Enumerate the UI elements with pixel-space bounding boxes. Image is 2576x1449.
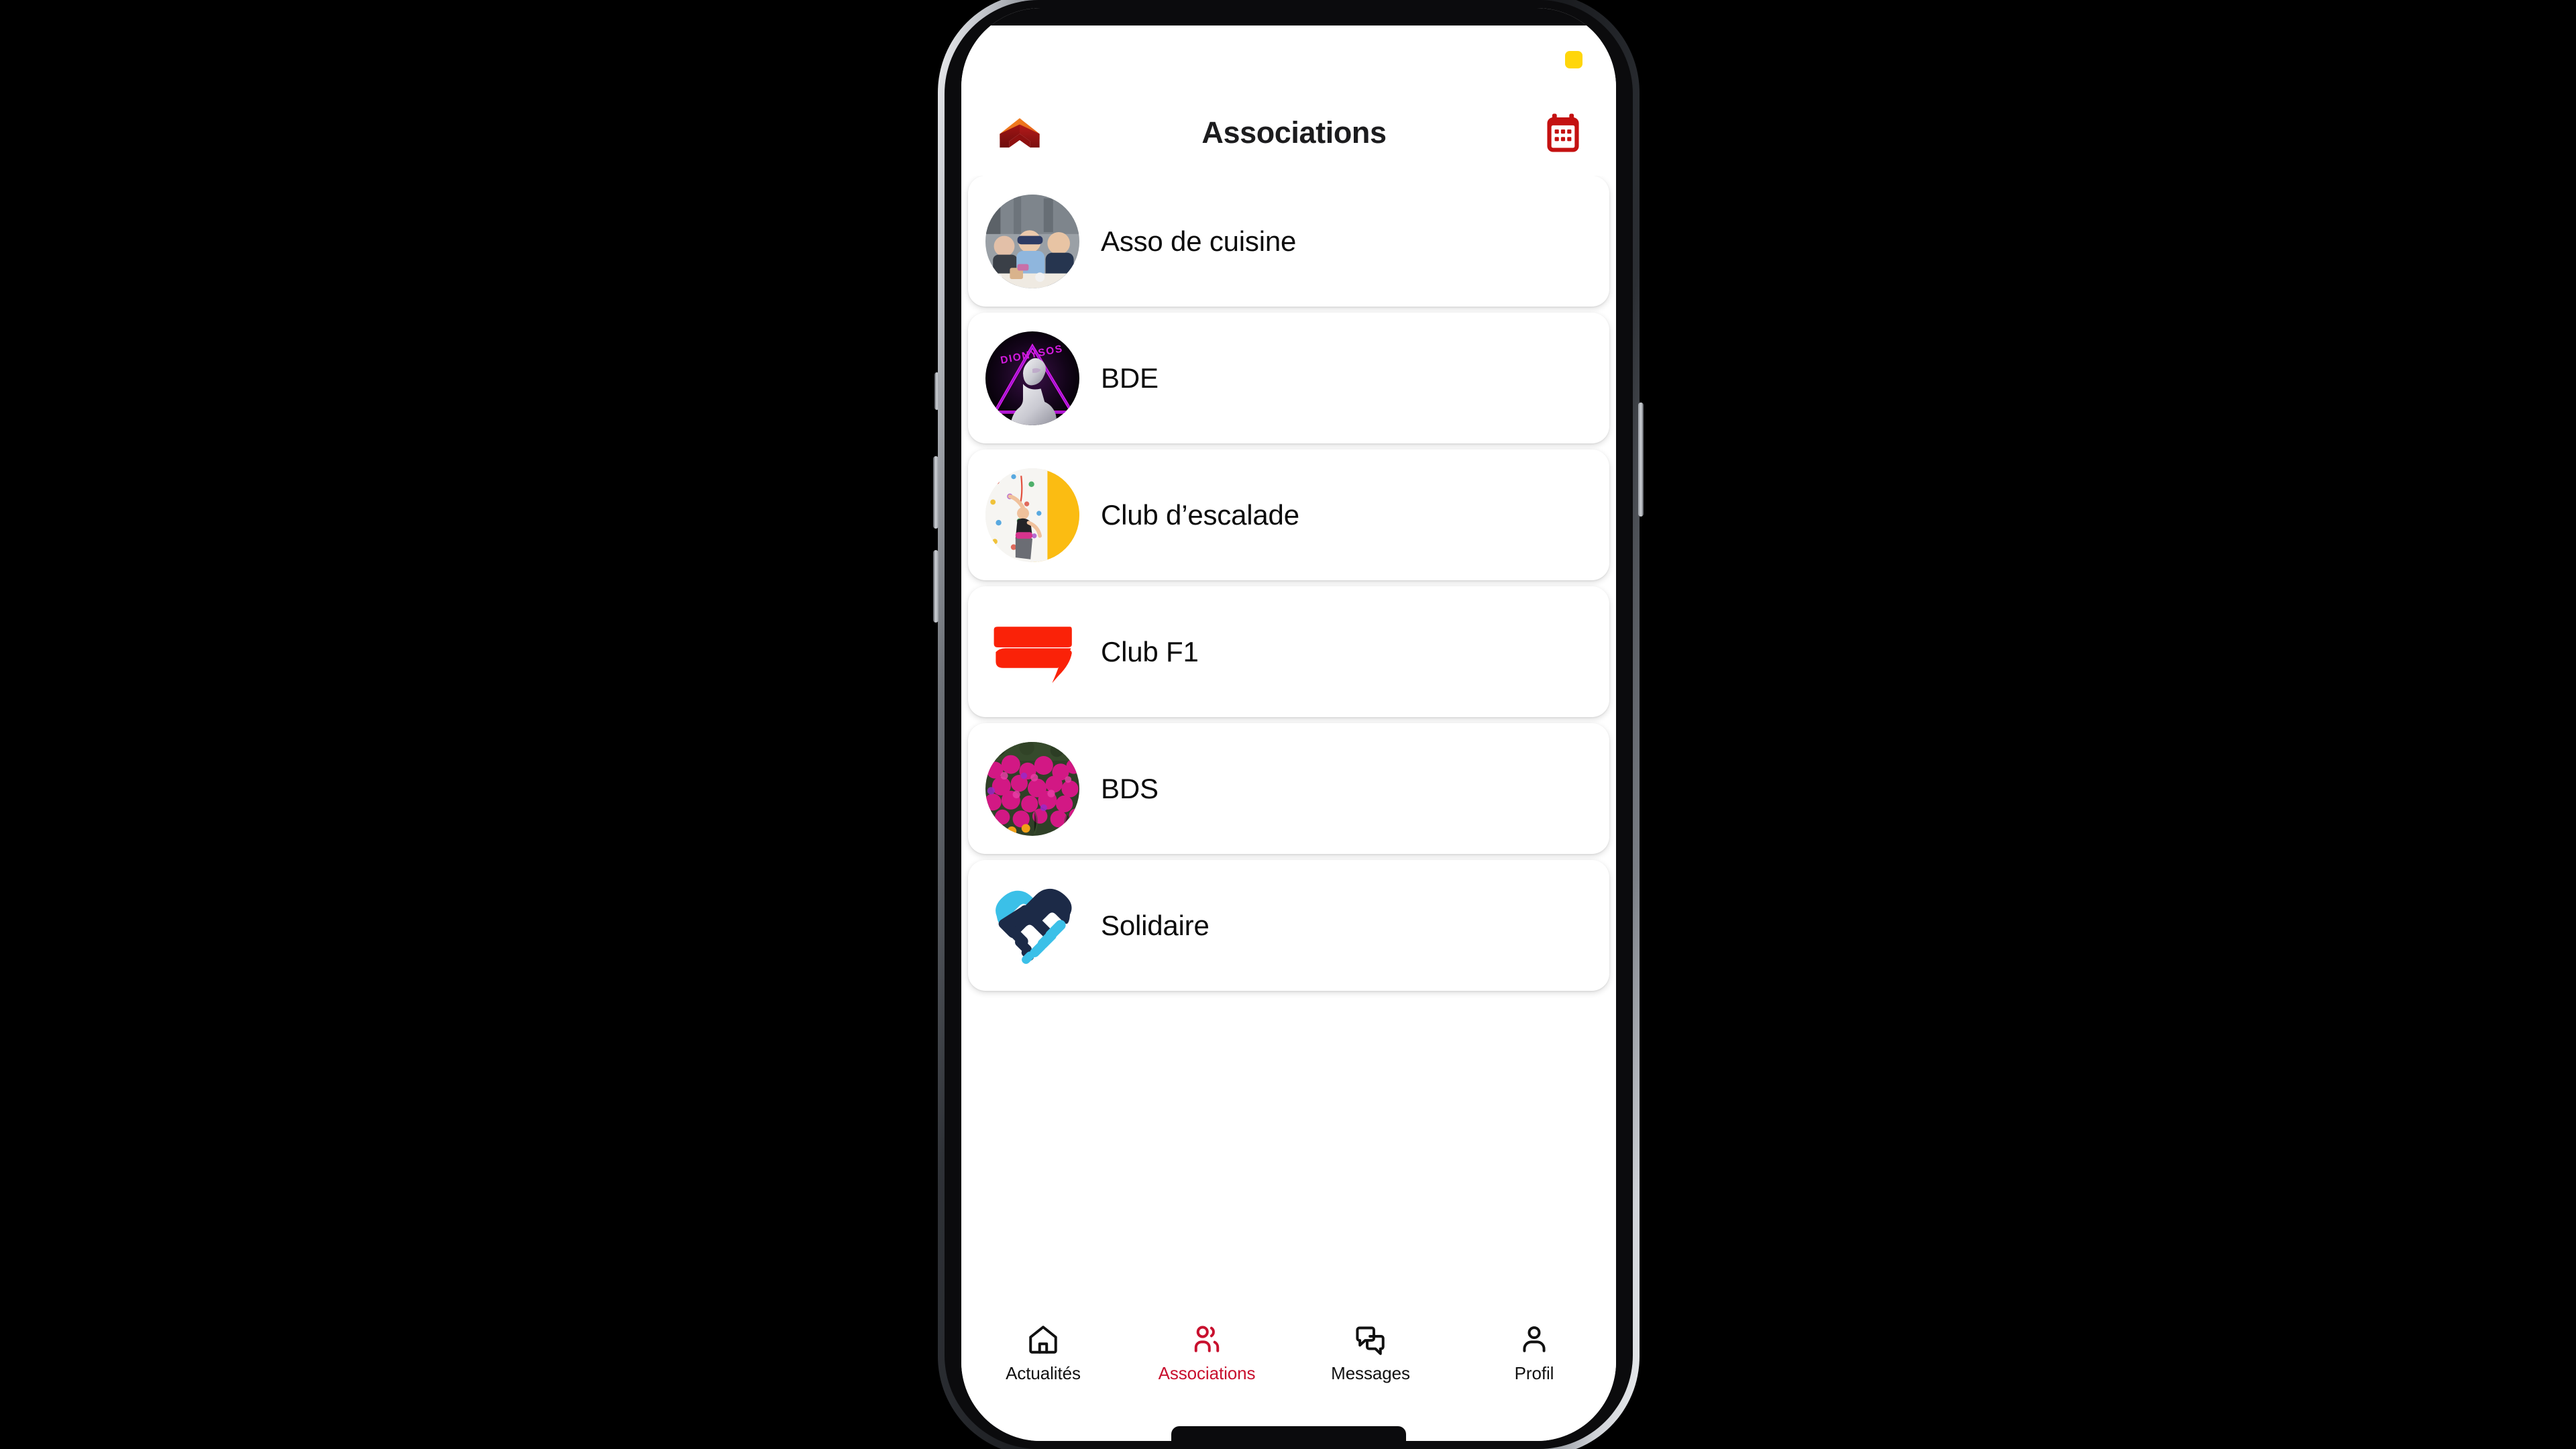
status-bar-area	[961, 8, 1616, 25]
photo-pink-flowers-avatar	[985, 741, 1079, 836]
bottom-navigation: Actualités Associations Messages Profil	[961, 1307, 1616, 1441]
calendar-icon[interactable]	[1542, 112, 1584, 154]
associations-list[interactable]: Asso de cuisine DIONYSOS BDE Club d’esca…	[961, 176, 1616, 1307]
tab-actualites[interactable]: Actualités	[961, 1323, 1125, 1384]
page-title: Associations	[1201, 115, 1387, 150]
association-name: Club F1	[1101, 635, 1199, 667]
handshake-logo-avatar	[985, 878, 1079, 973]
association-name: Solidaire	[1101, 909, 1210, 941]
home-icon	[1026, 1323, 1060, 1356]
list-item[interactable]: Club d’escalade	[968, 449, 1609, 580]
users-icon	[1190, 1323, 1224, 1356]
list-item[interactable]: Solidaire	[968, 860, 1609, 991]
tab-label: Messages	[1331, 1363, 1410, 1383]
dionysos-neon-bust-avatar: DIONYSOS	[985, 331, 1079, 425]
chevron-logo-icon[interactable]	[994, 107, 1046, 159]
association-name: BDE	[1101, 362, 1159, 394]
photo-people-at-table-avatar	[985, 194, 1079, 288]
f1-logo-avatar	[985, 604, 1079, 699]
tab-profil[interactable]: Profil	[1452, 1323, 1616, 1384]
phone-volume-down-button[interactable]	[933, 550, 938, 623]
association-name: Asso de cuisine	[1101, 225, 1297, 257]
phone-screen: Associations Asso de cuisine DIONYSOS BD…	[961, 8, 1616, 1441]
header-row: Associations	[961, 99, 1616, 166]
association-name: BDS	[1101, 772, 1159, 804]
phone-power-button[interactable]	[1638, 402, 1644, 517]
notification-badge[interactable]	[1565, 51, 1582, 68]
chat-bubbles-icon	[1354, 1323, 1387, 1356]
list-item[interactable]: Club F1	[968, 586, 1609, 717]
tab-messages[interactable]: Messages	[1289, 1323, 1452, 1384]
association-name: Club d’escalade	[1101, 498, 1299, 531]
tab-label: Profil	[1514, 1363, 1554, 1383]
person-icon	[1517, 1323, 1551, 1356]
list-item[interactable]: DIONYSOS BDE	[968, 313, 1609, 443]
phone-mute-switch[interactable]	[934, 372, 939, 410]
app-header: Associations	[961, 25, 1616, 176]
home-indicator	[1171, 1426, 1406, 1441]
list-item[interactable]: Asso de cuisine	[968, 176, 1609, 307]
tab-label: Associations	[1158, 1363, 1256, 1383]
photo-climbing-wall-avatar	[985, 468, 1079, 562]
list-item[interactable]: BDS	[968, 723, 1609, 854]
tab-associations[interactable]: Associations	[1125, 1323, 1289, 1384]
phone-volume-up-button[interactable]	[933, 456, 938, 529]
tab-label: Actualités	[1006, 1363, 1081, 1383]
screenshot-stage: Associations Asso de cuisine DIONYSOS BD…	[0, 0, 2576, 1449]
